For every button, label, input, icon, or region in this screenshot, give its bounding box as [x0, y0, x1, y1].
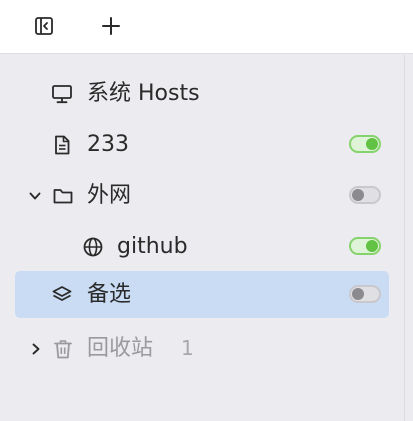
- chevron-down-icon[interactable]: [28, 189, 42, 203]
- enable-toggle[interactable]: [349, 285, 381, 303]
- toggle-knob: [366, 138, 378, 150]
- tree-item-233[interactable]: 233: [15, 121, 389, 168]
- tree-item-waiwang[interactable]: 外网: [15, 172, 389, 219]
- tree-item-github[interactable]: github: [15, 223, 389, 270]
- tree-item-label: 外网: [87, 183, 132, 208]
- plus-icon: [102, 17, 120, 35]
- enable-toggle[interactable]: [349, 135, 381, 153]
- enable-toggle[interactable]: [349, 186, 381, 204]
- monitor-icon: [51, 83, 73, 105]
- trash-count-badge: 1: [181, 336, 194, 360]
- toggle-knob: [352, 189, 364, 201]
- globe-icon: [82, 236, 104, 258]
- toggle-knob: [352, 288, 364, 300]
- toggle-knob: [366, 240, 378, 252]
- sidebar-collapse-icon: [35, 17, 53, 35]
- chevron-right-icon[interactable]: [29, 342, 43, 356]
- tree-item-trash[interactable]: 回收站 1: [15, 325, 389, 372]
- tree-item-label: 备选: [87, 282, 132, 307]
- document-icon: [51, 134, 73, 156]
- tree-item-label: github: [117, 234, 188, 259]
- tree-item-label: 233: [87, 132, 129, 157]
- enable-toggle[interactable]: [349, 237, 381, 255]
- layers-icon: [51, 284, 73, 306]
- hosts-tree: 系统 Hosts 233 外网 github 备选 回收站 1: [0, 55, 405, 421]
- add-button[interactable]: [96, 11, 126, 41]
- trash-icon: [52, 338, 74, 360]
- sidebar-toggle-button[interactable]: [29, 11, 59, 41]
- folder-icon: [52, 185, 74, 207]
- tree-item-label: 回收站: [87, 336, 154, 361]
- tree-item-system-hosts[interactable]: 系统 Hosts: [15, 70, 389, 117]
- tree-item-beixuan[interactable]: 备选: [15, 271, 389, 318]
- toolbar: [0, 0, 413, 54]
- tree-item-label: 系统 Hosts: [87, 81, 200, 106]
